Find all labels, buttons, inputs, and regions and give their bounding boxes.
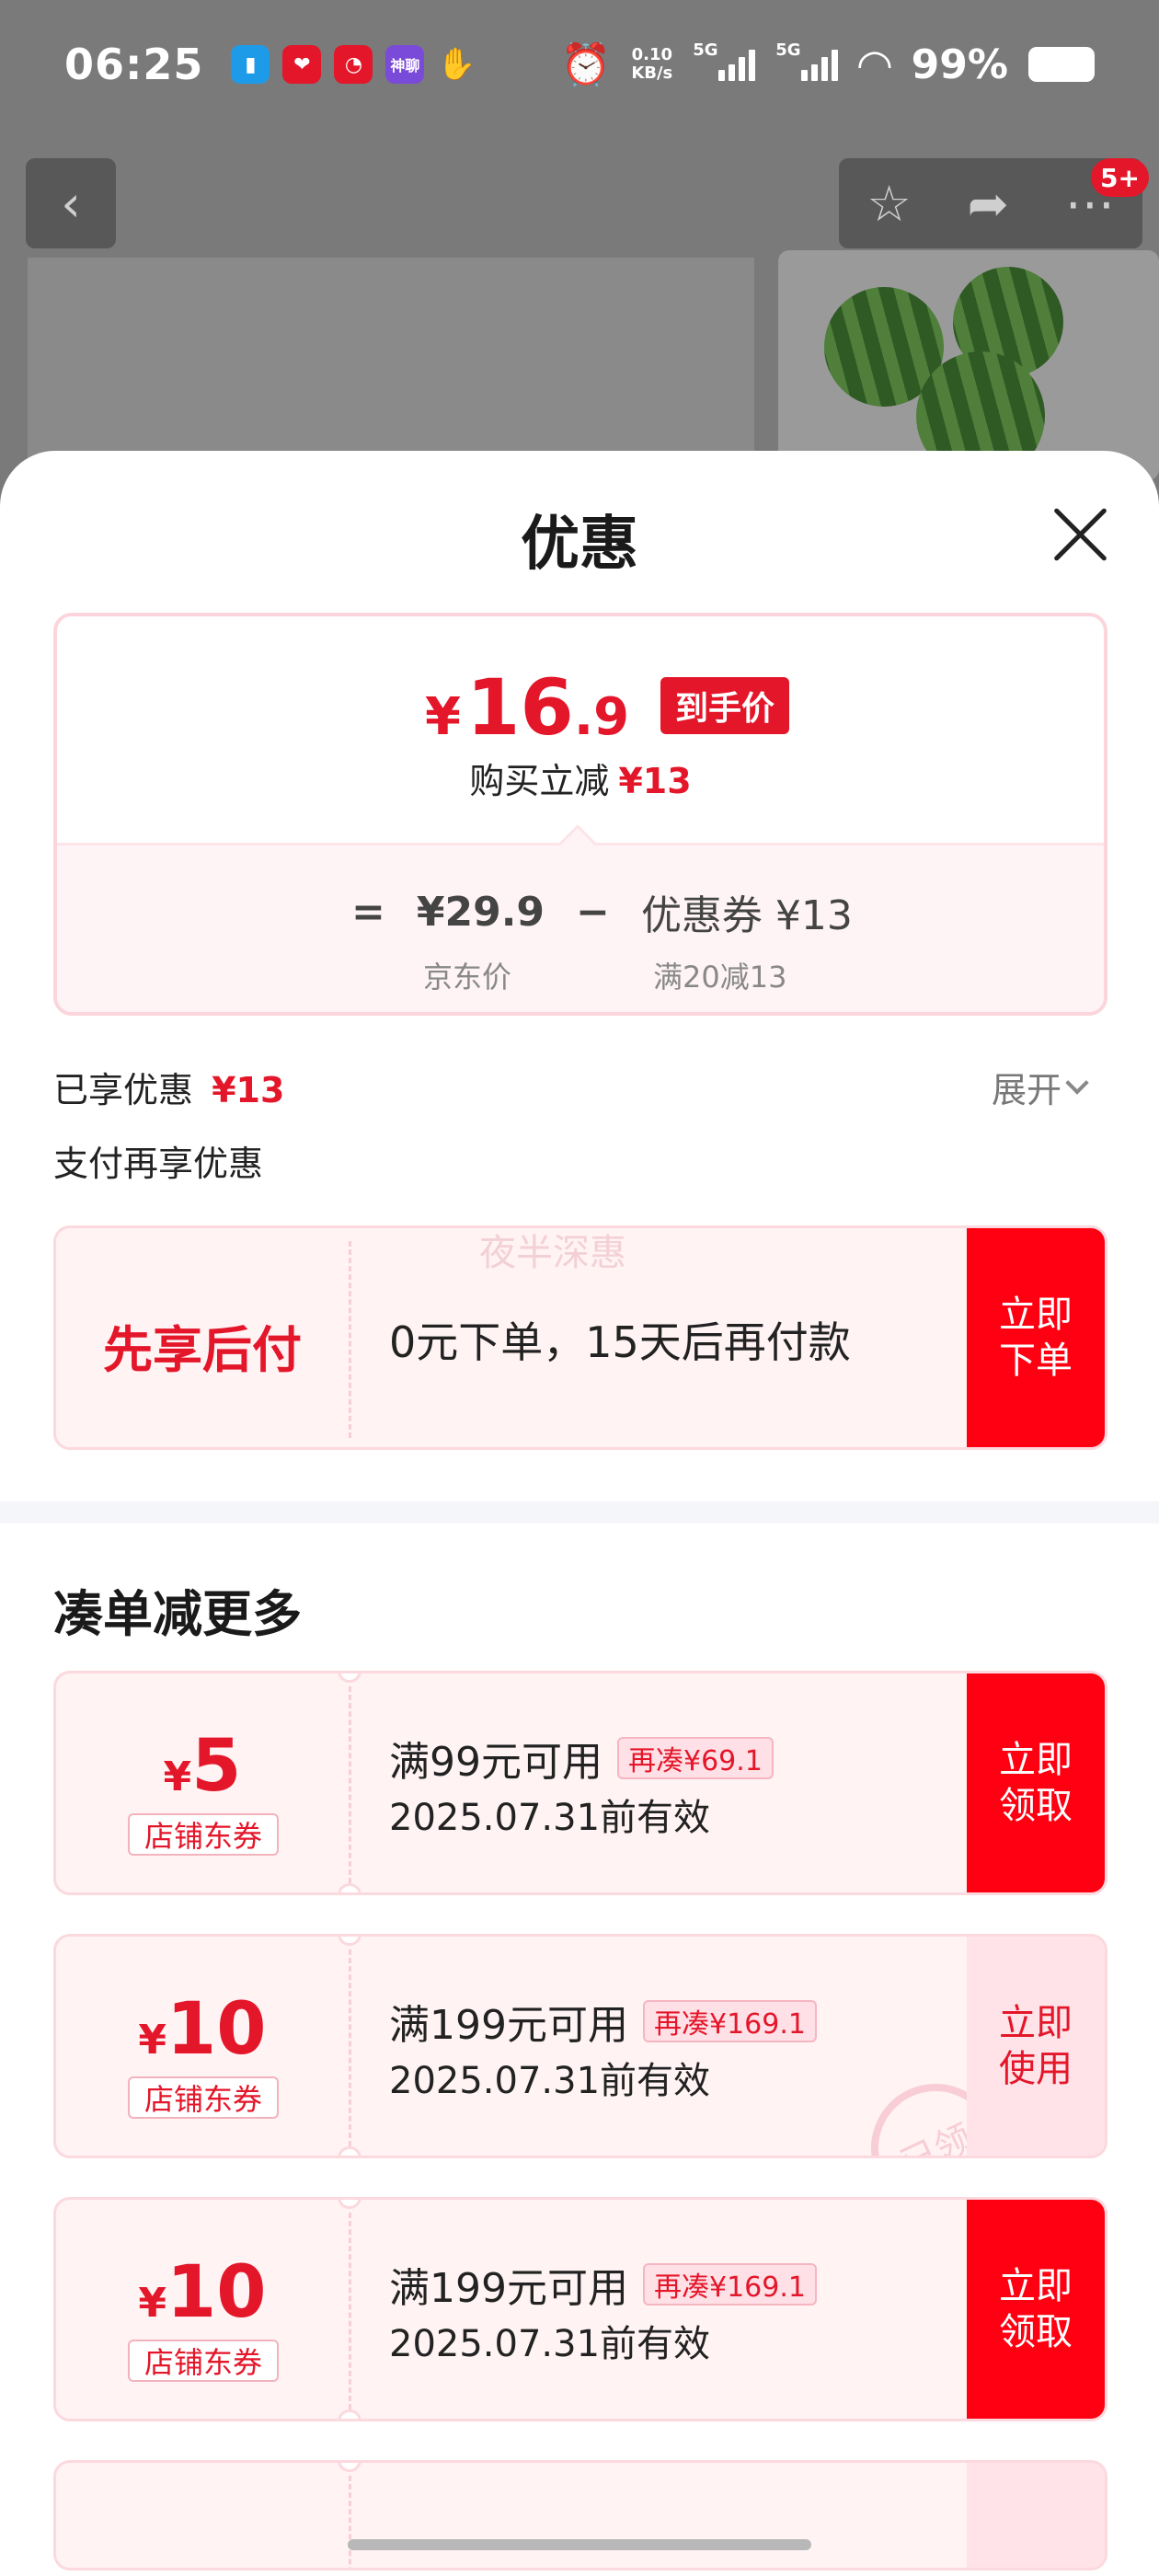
handshake-icon: ✋	[437, 46, 476, 83]
product-thumbnail[interactable]	[778, 250, 1159, 480]
coupon-amount: ¥10	[138, 2251, 267, 2334]
signal-2-icon: 5G	[775, 40, 839, 81]
price-top: ¥ 16 .9 到手价 购买立减 ¥13	[57, 616, 1104, 843]
bnpl-text: 0元下单，15天后再付款	[389, 1317, 851, 1367]
wifi-icon: ◠	[858, 40, 891, 89]
discount-sheet: 优惠 ¥ 16 .9 到手价 购买立减 ¥13 = ¥29.9 − 优惠券 ¥1…	[0, 451, 1159, 2576]
app-notification-icon: ◔	[334, 45, 373, 84]
price-card: ¥ 16 .9 到手价 购买立减 ¥13 = ¥29.9 − 优惠券 ¥13 京东…	[53, 613, 1107, 1016]
final-price-tag: 到手价	[660, 677, 790, 734]
net-speed: 0.10 KB/s	[631, 45, 673, 83]
use-coupon-button[interactable]: 立即 使用	[967, 1937, 1105, 2156]
status-time: 06:25	[64, 40, 204, 89]
coupon-card-partial	[53, 2460, 1107, 2570]
coupon-card: ¥10 店铺东券 满199元可用 再凑¥169.1 2025.07.31前有效 …	[53, 1934, 1107, 2158]
status-right: ⏰ 0.10 KB/s 5G 5G ◠ 99%	[561, 40, 1095, 89]
section-divider	[0, 1501, 1159, 1524]
enjoyed-discount: 已享优惠 ¥13	[53, 1070, 285, 1110]
app-notification-icon: ❤	[282, 45, 322, 84]
sheet-title: 优惠	[521, 511, 638, 579]
close-icon[interactable]	[1047, 500, 1113, 567]
screen: 06:25 ▮ ❤ ◔ 神聊 ✋ ⏰ 0.10 KB/s 5G 5G ◠ 99%…	[0, 0, 1159, 2576]
notification-icons: ▮ ❤ ◔ 神聊 ✋	[231, 45, 476, 84]
signal-1-icon: 5G	[693, 40, 756, 81]
bnpl-label: 先享后付	[103, 1321, 302, 1379]
add-more-tag: 再凑¥169.1	[642, 2263, 817, 2306]
buy-save: 购买立减 ¥13	[469, 761, 692, 801]
more-badge: 5+	[1091, 158, 1149, 197]
coupon-card: ¥5 店铺东券 满99元可用 再凑¥69.1 2025.07.31前有效 立即领…	[53, 1671, 1107, 1895]
star-icon[interactable]: ☆	[866, 175, 911, 233]
claim-coupon-button[interactable]: 立即 领取	[967, 2200, 1105, 2419]
expand-button[interactable]: 展开	[992, 1062, 1089, 1112]
claim-coupon-button[interactable]: 立即 领取	[967, 1673, 1105, 1892]
back-button[interactable]: ‹	[26, 158, 116, 248]
order-now-button[interactable]: 立即 下单	[967, 1228, 1105, 1447]
coupon-validity: 2025.07.31前有效	[389, 1797, 711, 1839]
final-price: ¥ 16 .9	[425, 662, 630, 753]
coupon-amount: ¥5	[163, 1725, 242, 1808]
chevron-left-icon: ‹	[61, 174, 81, 233]
status-bar: 06:25 ▮ ❤ ◔ 神聊 ✋ ⏰ 0.10 KB/s 5G 5G ◠ 99%	[0, 0, 1159, 129]
coupon-rule: 满99元可用 再凑¥69.1	[389, 1729, 774, 1788]
pay-more-label: 支付再享优惠	[53, 1144, 264, 1184]
shop-coupon-tag: 店铺东券	[128, 2076, 279, 2119]
app-notification-icon: 神聊	[385, 45, 425, 84]
home-indicator[interactable]	[348, 2539, 811, 2550]
battery-icon	[1028, 47, 1095, 82]
coupon-rule: 满20减13	[653, 960, 787, 995]
jd-price: ¥29.9	[416, 888, 545, 936]
jd-price-label: 京东价	[423, 960, 512, 995]
bnpl-card: 夜半深惠 先享后付 0元下单，15天后再付款 立即 下单	[53, 1225, 1107, 1450]
watermark: 夜半深惠	[479, 1232, 626, 1274]
coupon-rule: 满199元可用 再凑¥169.1	[389, 1992, 817, 2051]
section-title: 凑单减更多	[53, 1585, 302, 1643]
price-formula: = ¥29.9 − 优惠券 ¥13	[351, 882, 853, 941]
coupon-validity: 2025.07.31前有效	[389, 2323, 711, 2365]
product-image	[28, 258, 754, 478]
shop-coupon-tag: 店铺东券	[128, 1813, 279, 1856]
app-notification-icon: ▮	[231, 45, 270, 84]
shop-coupon-tag: 店铺东券	[128, 2340, 279, 2382]
coupon-amount: 优惠券 ¥13	[640, 892, 853, 939]
chevron-down-icon	[1065, 1070, 1089, 1095]
alarm-icon: ⏰	[560, 41, 612, 88]
coupon-button-partial[interactable]	[967, 2463, 1105, 2568]
coupon-rule: 满199元可用 再凑¥169.1	[389, 2255, 817, 2314]
battery-percent: 99%	[911, 40, 1008, 88]
coupon-card: ¥10 店铺东券 满199元可用 再凑¥169.1 2025.07.31前有效 …	[53, 2197, 1107, 2421]
price-breakdown: = ¥29.9 − 优惠券 ¥13 京东价 满20减13	[57, 843, 1104, 1012]
coupon-validity: 2025.07.31前有效	[389, 2060, 711, 2102]
share-icon[interactable]: ➦	[968, 175, 1009, 233]
add-more-tag: 再凑¥169.1	[642, 2000, 817, 2042]
add-more-tag: 再凑¥69.1	[617, 1737, 774, 1779]
coupon-amount: ¥10	[138, 1988, 267, 2071]
